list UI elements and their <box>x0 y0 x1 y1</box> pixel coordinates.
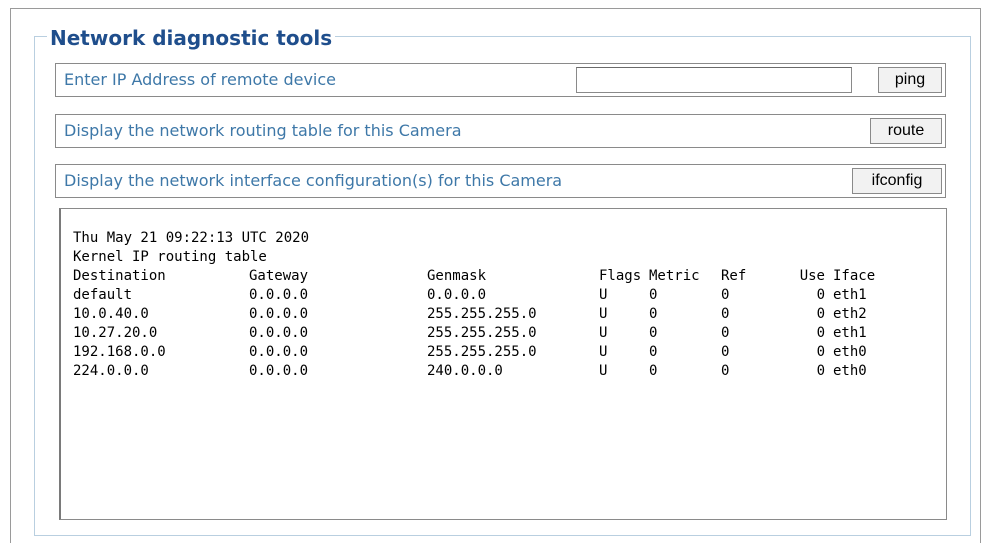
table-cell: eth2 <box>833 306 867 322</box>
table-cell: 0.0.0.0 <box>427 287 487 303</box>
table-row: 10.0.40.0 0.0.0.0 255.255.255.0 U 0 0 0 eth2 <box>73 305 883 324</box>
table-cell: 0 <box>721 325 730 341</box>
route-button[interactable]: route <box>870 118 942 144</box>
table-cell: 0 <box>816 306 825 322</box>
section-title: Network diagnostic tools <box>47 25 336 51</box>
table-cell: Metric <box>649 268 700 284</box>
table-cell: eth0 <box>833 363 867 379</box>
table-cell: 0.0.0.0 <box>249 287 309 303</box>
table-cell: 0 <box>649 325 658 341</box>
table-row: 10.27.20.0 0.0.0.0 255.255.255.0 U 0 0 0 eth1 <box>73 324 883 343</box>
table-cell: 0.0.0.0 <box>249 325 309 341</box>
table-cell: Gateway <box>249 268 309 284</box>
table-cell: 0 <box>649 363 658 379</box>
ifconfig-label: Display the network interface configurat… <box>64 171 563 190</box>
table-cell: Iface <box>833 268 876 284</box>
table-cell: 255.255.255.0 <box>427 306 537 322</box>
table-cell: 0.0.0.0 <box>249 306 309 322</box>
table-cell: Flags <box>599 268 642 284</box>
table-cell: Ref <box>721 268 747 284</box>
route-label: Display the network routing table for th… <box>64 121 462 140</box>
ping-button[interactable]: ping <box>878 67 942 93</box>
command-output: Thu May 21 09:22:13 UTC 2020 Kernel IP ro… <box>59 208 947 520</box>
table-cell: 0 <box>649 306 658 322</box>
table-cell: 0.0.0.0 <box>249 344 309 360</box>
ifconfig-row: Display the network interface configurat… <box>55 164 946 198</box>
table-cell: eth1 <box>833 325 867 341</box>
output-timestamp: Thu May 21 09:22:13 UTC 2020 <box>73 230 310 246</box>
table-cell: 0 <box>816 344 825 360</box>
table-cell: 0 <box>721 306 730 322</box>
table-cell: 0 <box>649 344 658 360</box>
table-cell: 0 <box>816 363 825 379</box>
routing-table: Destination Gateway Genmask Flags Metric Ref U… <box>73 267 883 381</box>
table-cell: eth1 <box>833 287 867 303</box>
output-heading: Kernel IP routing table <box>73 249 267 265</box>
table-cell: 10.0.40.0 <box>73 306 149 322</box>
table-cell: 0.0.0.0 <box>249 363 309 379</box>
table-cell: 255.255.255.0 <box>427 344 537 360</box>
table-cell: 240.0.0.0 <box>427 363 503 379</box>
ip-address-input[interactable] <box>576 67 852 93</box>
table-cell: 0 <box>721 363 730 379</box>
table-cell: 224.0.0.0 <box>73 363 149 379</box>
table-cell: U <box>599 287 608 303</box>
output-text: Thu May 21 09:22:13 UTC 2020 Kernel IP ro… <box>73 229 883 381</box>
table-cell: Use <box>799 268 825 284</box>
table-cell: 0 <box>721 344 730 360</box>
table-cell: Genmask <box>427 268 487 284</box>
table-header-row: Destination Gateway Genmask Flags Metric Ref U… <box>73 267 883 286</box>
table-cell: U <box>599 363 608 379</box>
table-row: 192.168.0.0 0.0.0.0 255.255.255.0 U 0 0 0 eth0 <box>73 343 883 362</box>
table-cell: 192.168.0.0 <box>73 344 166 360</box>
table-cell: eth0 <box>833 344 867 360</box>
ping-row: Enter IP Address of remote device ping <box>55 63 946 97</box>
table-cell: 0 <box>649 287 658 303</box>
table-cell: U <box>599 325 608 341</box>
table-row: default 0.0.0.0 0.0.0.0 U 0 0 0 eth1 <box>73 286 883 305</box>
table-cell: U <box>599 344 608 360</box>
table-cell: Destination <box>73 268 166 284</box>
table-cell: 0 <box>816 325 825 341</box>
table-cell: U <box>599 306 608 322</box>
table-row: 224.0.0.0 0.0.0.0 240.0.0.0 U 0 0 0 eth0 <box>73 362 883 381</box>
ifconfig-button[interactable]: ifconfig <box>852 168 942 194</box>
table-cell: 0 <box>721 287 730 303</box>
route-row: Display the network routing table for th… <box>55 114 946 148</box>
table-cell: 255.255.255.0 <box>427 325 537 341</box>
table-cell: 0 <box>816 287 825 303</box>
table-cell: default <box>73 287 133 303</box>
ping-label: Enter IP Address of remote device <box>64 70 336 89</box>
table-cell: 10.27.20.0 <box>73 325 158 341</box>
